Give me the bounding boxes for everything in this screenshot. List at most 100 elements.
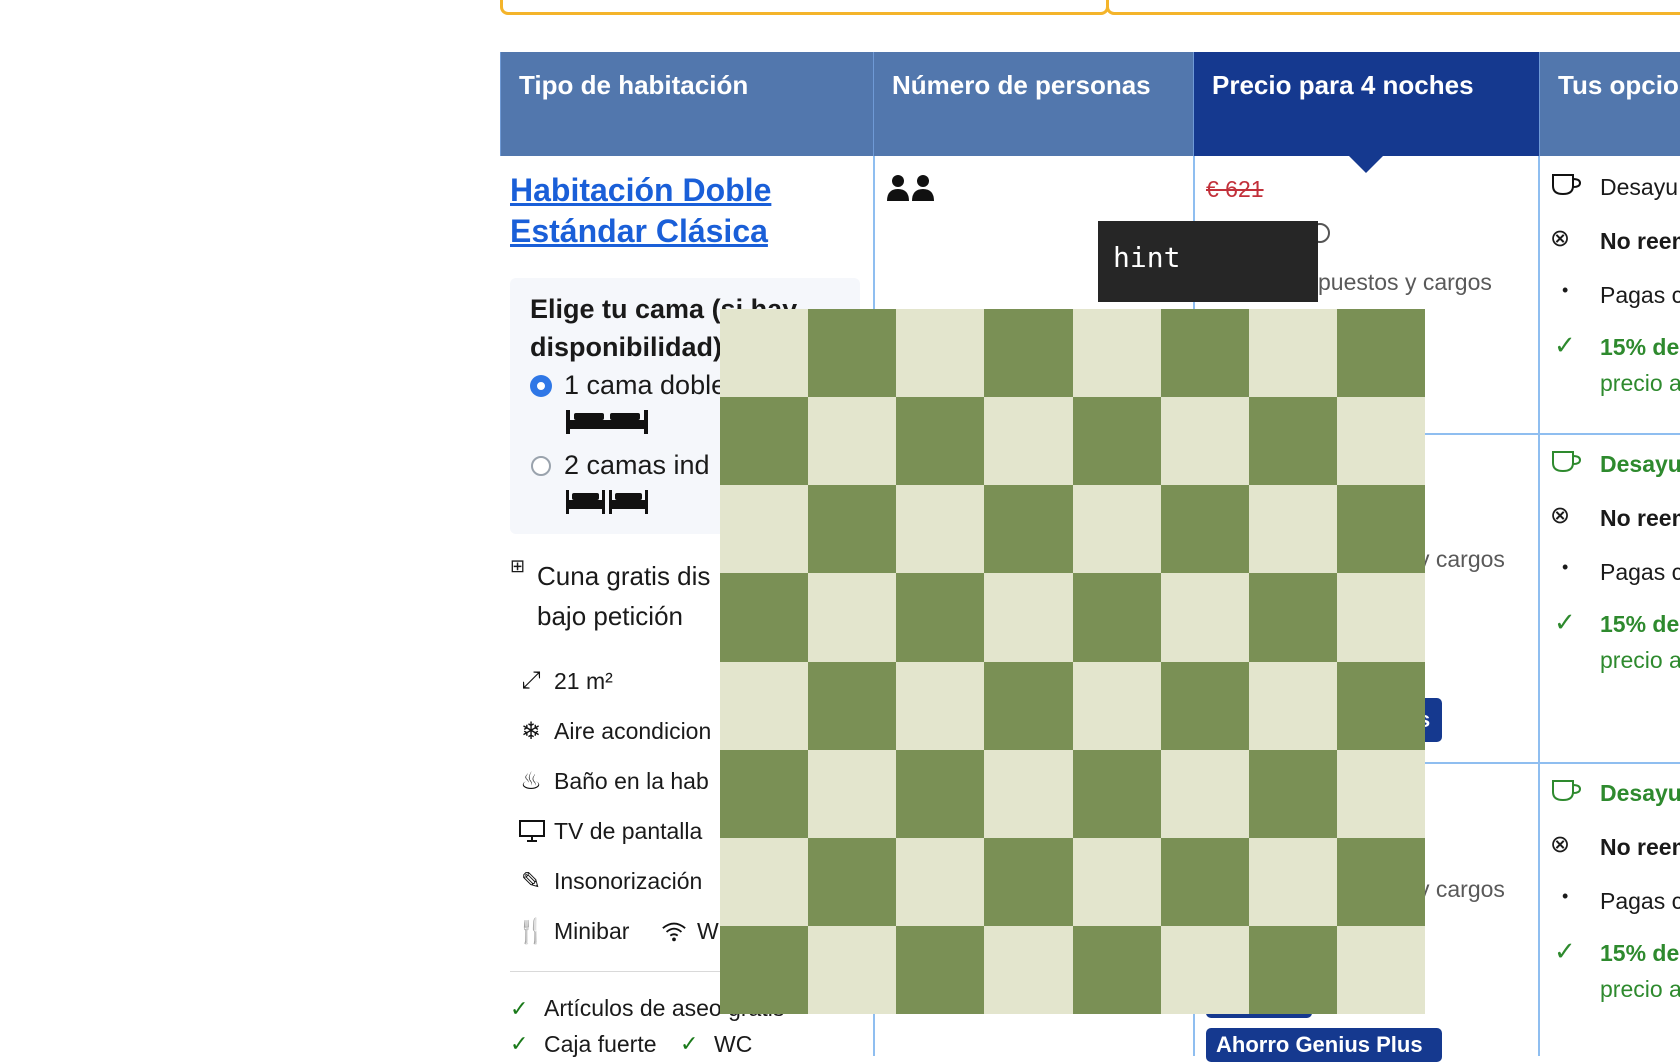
board-square[interactable] [720,309,809,398]
board-square[interactable] [1336,397,1425,486]
board-square[interactable] [720,397,809,486]
board-square[interactable] [1072,925,1161,1014]
board-square[interactable] [1160,661,1249,750]
room-title-link[interactable]: Habitación Doble Estándar Clásica [510,170,840,252]
two-persons-icon [886,174,936,207]
bed-option-label: 2 camas ind [564,450,710,480]
board-square[interactable] [896,661,985,750]
board-square[interactable] [808,397,897,486]
no-refund-icon: ⊗ [1550,225,1571,252]
board-square[interactable] [984,925,1073,1014]
board-square[interactable] [1160,573,1249,662]
board-square[interactable] [984,397,1073,486]
bullet-icon: • [1562,280,1569,300]
board-square[interactable] [720,925,809,1014]
no-refund-icon: ⊗ [1550,831,1571,858]
board-square[interactable] [808,837,897,926]
board-square[interactable] [984,749,1073,838]
crib-line: Cuna gratis dis [537,561,711,591]
board-square[interactable] [1072,485,1161,574]
amenity-tv: TV de pantalla [554,818,703,844]
tv-icon [518,818,546,849]
board-square[interactable] [720,837,809,926]
bed-option-label: 1 cama doble [564,370,727,400]
cup-icon [1550,449,1582,473]
board-square[interactable] [1336,837,1425,926]
crib-info: Cuna gratis dis bajo petición [537,556,710,636]
board-square[interactable] [896,309,985,398]
board-square[interactable] [984,661,1073,750]
board-square[interactable] [1072,309,1161,398]
board-square[interactable] [1248,925,1337,1014]
board-square[interactable] [1160,397,1249,486]
board-square[interactable] [896,397,985,486]
board-square[interactable] [1160,749,1249,838]
board-square[interactable] [808,309,897,398]
board-square[interactable] [1336,309,1425,398]
board-square[interactable] [896,485,985,574]
board-square[interactable] [1248,837,1337,926]
board-square[interactable] [1160,485,1249,574]
board-square[interactable] [896,573,985,662]
board-square[interactable] [1160,925,1249,1014]
discount-label: 15% de [1600,940,1680,966]
board-square[interactable] [720,485,809,574]
twin-beds-icon [564,486,650,521]
board-square[interactable] [1160,309,1249,398]
header-price[interactable]: Precio para 4 noches [1193,52,1539,156]
pay-label: Pagas c [1600,282,1680,308]
board-square[interactable] [1160,837,1249,926]
header-guests: Número de personas [873,52,1193,156]
board-square[interactable] [896,749,985,838]
board-square[interactable] [808,573,897,662]
board-square[interactable] [1248,397,1337,486]
board-square[interactable] [1248,485,1337,574]
board-square[interactable] [1336,749,1425,838]
board-square[interactable] [1248,749,1337,838]
discount-label: 15% de [1600,611,1680,637]
board-square[interactable] [984,485,1073,574]
board-square[interactable] [1248,309,1337,398]
board-square[interactable] [720,661,809,750]
board-square[interactable] [1248,661,1337,750]
search-field-left[interactable] [500,0,1109,15]
bullet-icon: • [1562,886,1569,906]
sort-indicator-icon [1349,156,1383,173]
checkerboard-overlay[interactable] [720,309,1425,1014]
bed-option-radio-double[interactable] [531,376,551,396]
board-square[interactable] [808,749,897,838]
double-bed-icon [564,406,650,441]
board-square[interactable] [720,573,809,662]
board-square[interactable] [1336,925,1425,1014]
board-square[interactable] [1072,837,1161,926]
board-square[interactable] [1072,397,1161,486]
board-square[interactable] [808,485,897,574]
board-square[interactable] [1336,485,1425,574]
cup-icon [1550,778,1582,802]
soundproof-icon: ✎ [520,867,542,895]
board-square[interactable] [896,837,985,926]
crib-line: bajo petición [537,601,683,631]
pay-label: Pagas c [1600,888,1680,914]
board-square[interactable] [1336,573,1425,662]
search-field-right[interactable] [1106,0,1680,15]
board-square[interactable] [808,925,897,1014]
breakfast-label: Desayu [1600,451,1680,477]
board-square[interactable] [1072,661,1161,750]
board-square[interactable] [1072,749,1161,838]
column-divider [1538,156,1540,1056]
board-square[interactable] [984,309,1073,398]
board-square[interactable] [720,749,809,838]
no-refund-icon: ⊗ [1550,502,1571,529]
bed-option-radio-twin[interactable] [531,456,551,476]
board-square[interactable] [984,837,1073,926]
board-square[interactable] [1336,661,1425,750]
board-square[interactable] [984,573,1073,662]
board-square[interactable] [808,661,897,750]
minibar-icon: 🍴 [516,917,546,945]
old-price: € 621 [1206,176,1264,202]
board-square[interactable] [896,925,985,1014]
board-square[interactable] [1248,573,1337,662]
board-square[interactable] [1072,573,1161,662]
amenity-soundproof: Insonorización [554,868,703,894]
